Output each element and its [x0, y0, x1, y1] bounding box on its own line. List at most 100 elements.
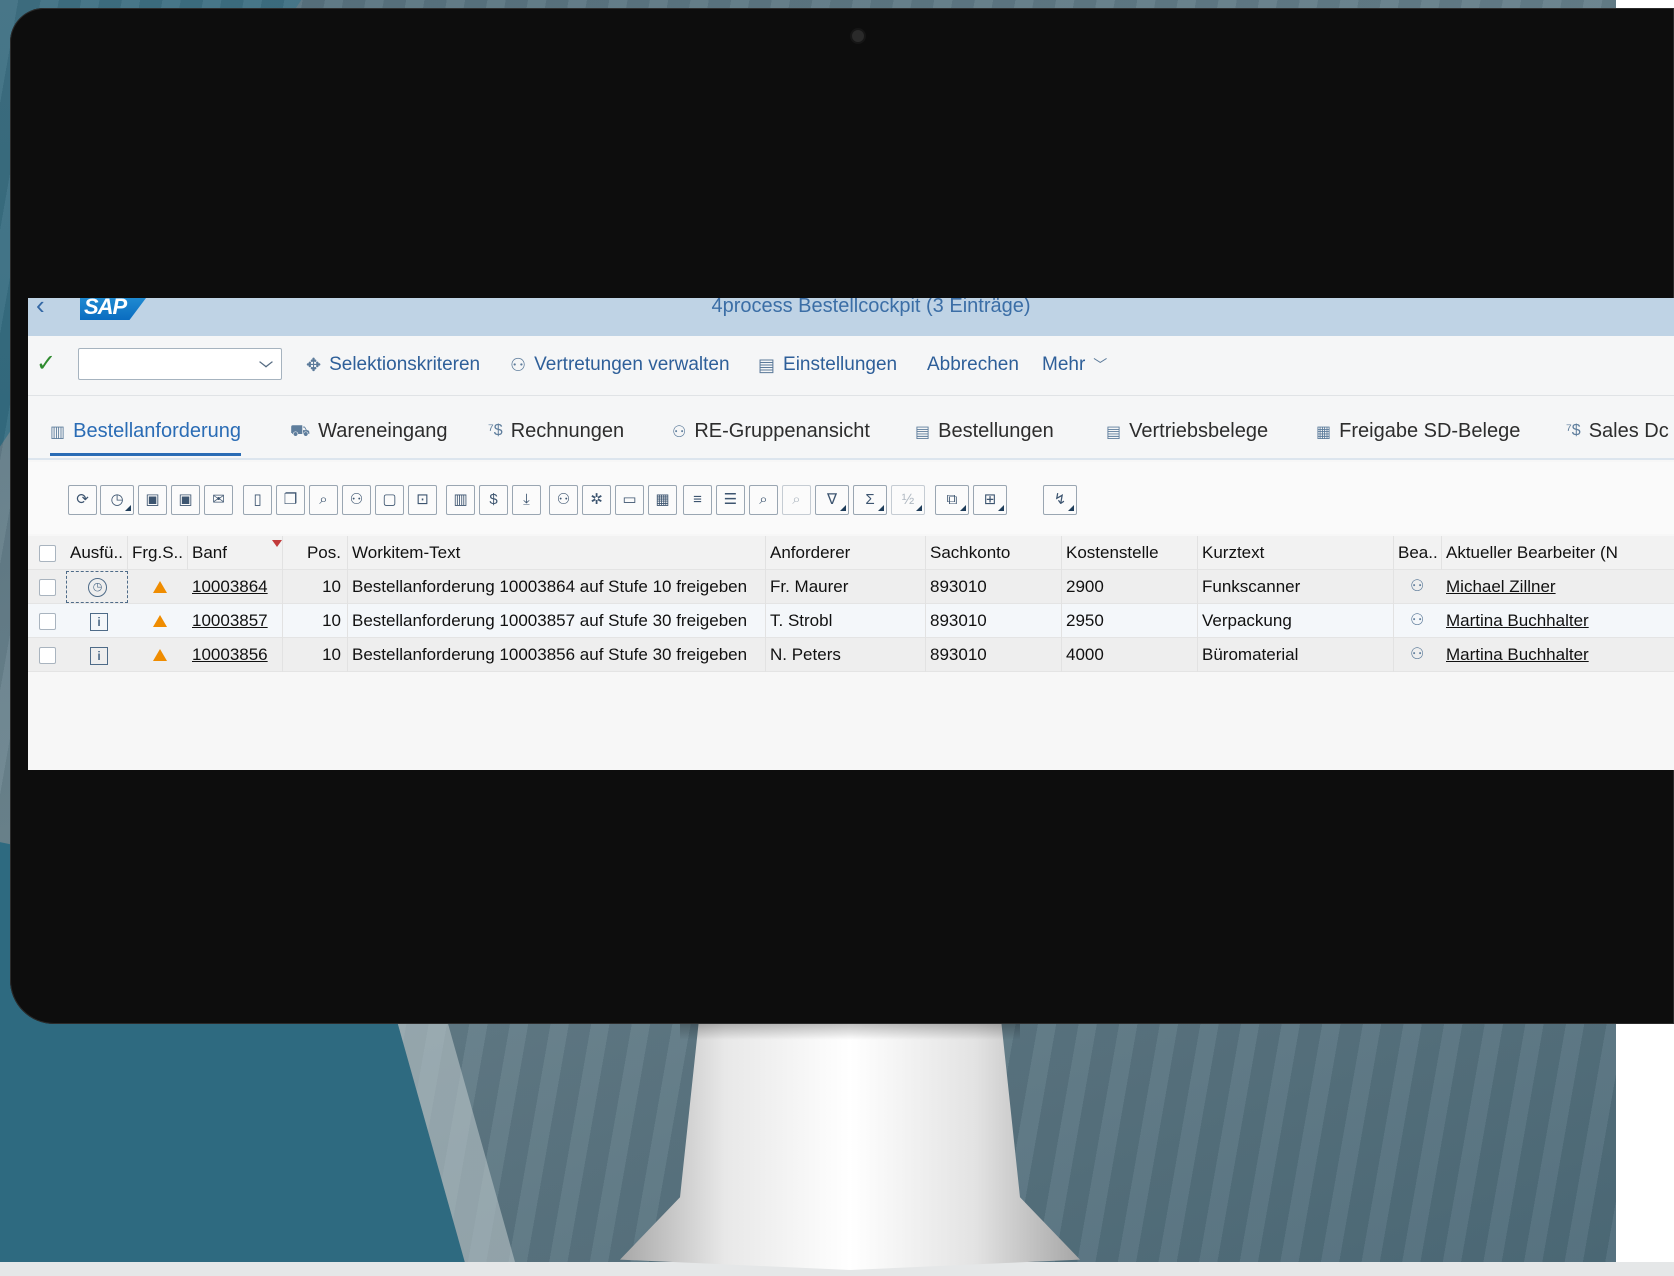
find-next-icon: ⌕ [782, 485, 811, 515]
tab-bestellungen[interactable]: ▤ Bestellungen [915, 420, 1054, 456]
align-icon[interactable]: ≡ [683, 485, 712, 515]
outbox-icon[interactable]: ▣ [171, 485, 200, 515]
banf-link[interactable]: 10003856 [188, 638, 283, 672]
people-icon[interactable]: ⚇ [1410, 610, 1424, 630]
warning-triangle-icon [153, 581, 167, 593]
tab-strip: ▥ Bestellanforderung ⛟ Wareneingang ⁷$ R… [28, 396, 1674, 460]
bearbeiter-link[interactable]: Martina Buchhalter [1442, 604, 1674, 638]
kostenstelle-cell: 2950 [1062, 604, 1198, 638]
attachment-icon[interactable]: ▯ [243, 485, 272, 515]
group-icon[interactable]: ⚇ [549, 485, 578, 515]
application-toolbar: ✓ ✥ Selektionskriteren ⚇ Vertretungen ve… [28, 336, 1674, 396]
chevron-down-icon: ﹀ [1093, 357, 1108, 373]
info-icon[interactable]: i [90, 647, 108, 665]
search-icon[interactable]: ⌕ [749, 485, 778, 515]
selection-criteria-button[interactable]: ✥ Selektionskriteren [306, 352, 480, 378]
row-checkbox[interactable] [39, 579, 56, 596]
refresh-icon[interactable]: ⟳ [68, 485, 97, 515]
info-icon[interactable]: i [90, 613, 108, 631]
manage-substitutes-button[interactable]: ⚇ Vertretungen verwalten [510, 352, 730, 378]
tab-label: Sales Dc [1588, 420, 1669, 442]
column-header[interactable]: Frg.S.. [128, 536, 188, 570]
box-icon[interactable]: ▭ [615, 485, 644, 515]
group-icon: ⚇ [672, 424, 687, 441]
column-header[interactable]: Anforderer [766, 536, 926, 570]
column-header[interactable]: Kurztext [1198, 536, 1394, 570]
warning-triangle-icon [153, 649, 167, 661]
checkmark-icon[interactable]: ✓ [36, 352, 56, 376]
tab-vertriebsbelege[interactable]: ▤ Vertriebsbelege [1106, 420, 1268, 456]
column-header[interactable]: Sachkonto [926, 536, 1062, 570]
column-header[interactable]: Kostenstelle [1062, 536, 1198, 570]
column-header[interactable]: Aktueller Bearbeiter (N [1442, 536, 1674, 570]
sum-icon[interactable]: Σ [853, 485, 887, 515]
table-row[interactable]: i 10003857 10 Bestellanforderung 1000385… [28, 604, 1674, 638]
selection-criteria-icon: ✥ [306, 354, 322, 375]
table-row[interactable]: ◷ 10003864 10 Bestellanforderung 1000386… [28, 570, 1674, 604]
settings-button[interactable]: ▤ Einstellungen [758, 352, 897, 378]
command-field[interactable] [78, 348, 282, 380]
more-label: Mehr [1042, 354, 1086, 375]
chevron-down-icon[interactable] [259, 356, 273, 368]
column-header[interactable]: Workitem-Text [348, 536, 766, 570]
people-icon[interactable]: ⚇ [342, 485, 371, 515]
kurztext-cell: Funkscanner [1198, 570, 1394, 604]
table-row[interactable]: i 10003856 10 Bestellanforderung 1000385… [28, 638, 1674, 672]
bearbeiter-link[interactable]: Martina Buchhalter [1442, 638, 1674, 672]
clock-icon[interactable]: ◷ [88, 578, 107, 597]
column-header[interactable]: Ausfü.. [66, 536, 128, 570]
banf-link[interactable]: 10003864 [188, 570, 283, 604]
more-button[interactable]: Mehr ﹀ [1042, 352, 1107, 378]
tab-sales-dc[interactable]: ⁷$ Sales Dc [1566, 420, 1669, 456]
sachkonto-cell: 893010 [926, 638, 1062, 672]
tab-rechnungen[interactable]: ⁷$ Rechnungen [488, 420, 624, 456]
note-icon[interactable]: ▥ [446, 485, 475, 515]
shell-header: ‹ SAP 4process Bestellcockpit (3 Einträg… [28, 298, 1674, 336]
filter-lines-icon[interactable]: ☰ [716, 485, 745, 515]
anforderer-cell: Fr. Maurer [766, 570, 926, 604]
column-header[interactable]: Pos. [283, 536, 348, 570]
history-icon[interactable]: ◷ [100, 485, 134, 515]
webcam-dot [852, 30, 864, 42]
workflow-icon[interactable]: ✲ [582, 485, 611, 515]
kostenstelle-cell: 2900 [1062, 570, 1198, 604]
people-icon[interactable]: ⚇ [1410, 576, 1424, 596]
copy-icon[interactable]: ❐ [276, 485, 305, 515]
cancel-button[interactable]: Abbrechen [927, 352, 1019, 378]
tab-re-gruppenansicht[interactable]: ⚇ RE-Gruppenansicht [672, 420, 870, 456]
people-icon[interactable]: ⚇ [1410, 644, 1424, 664]
anforderer-cell: T. Strobl [766, 604, 926, 638]
inbox-icon[interactable]: ▣ [138, 485, 167, 515]
tab-freigabe-sd-belege[interactable]: ▦ Freigabe SD-Belege [1316, 420, 1520, 456]
tab-bestellanforderung[interactable]: ▥ Bestellanforderung [50, 420, 242, 456]
pos-cell: 10 [283, 570, 348, 604]
invoice-icon[interactable]: $ [479, 485, 508, 515]
document-search-icon[interactable]: ⌕ [309, 485, 338, 515]
invoice-icon: ⁷$ [488, 422, 503, 439]
column-header[interactable]: Bea.. [1394, 536, 1442, 570]
order-icon: ▤ [915, 424, 931, 441]
column-header[interactable]: Banf [188, 536, 283, 570]
people-icon: ⚇ [510, 354, 527, 375]
tab-label: Rechnungen [510, 420, 625, 442]
filter-icon[interactable]: ∇ [815, 485, 849, 515]
row-checkbox[interactable] [39, 613, 56, 630]
blank-icon[interactable]: ▢ [375, 485, 404, 515]
row-checkbox[interactable] [39, 647, 56, 664]
kurztext-cell: Büromaterial [1198, 638, 1394, 672]
mail-icon[interactable]: ✉ [204, 485, 233, 515]
tab-wareneingang[interactable]: ⛟ Wareneingang [290, 420, 448, 456]
tab-label: Freigabe SD-Belege [1339, 420, 1521, 442]
graphic-icon[interactable]: ↯ [1043, 485, 1077, 515]
calendar-icon[interactable]: ▦ [648, 485, 677, 515]
expand-icon[interactable]: ⊡ [408, 485, 437, 515]
select-all-checkbox[interactable] [39, 545, 56, 562]
settings-label: Einstellungen [783, 354, 898, 375]
bearbeiter-link[interactable]: Michael Zillner [1442, 570, 1674, 604]
download-icon[interactable]: ⤓ [512, 485, 541, 515]
worklist-table: Ausfü.. Frg.S.. Banf Pos. Workitem-Text … [28, 536, 1674, 770]
table-header-row: Ausfü.. Frg.S.. Banf Pos. Workitem-Text … [28, 536, 1674, 570]
layout-icon[interactable]: ⊞ [973, 485, 1007, 515]
export-icon[interactable]: ⧉ [935, 485, 969, 515]
banf-link[interactable]: 10003857 [188, 604, 283, 638]
